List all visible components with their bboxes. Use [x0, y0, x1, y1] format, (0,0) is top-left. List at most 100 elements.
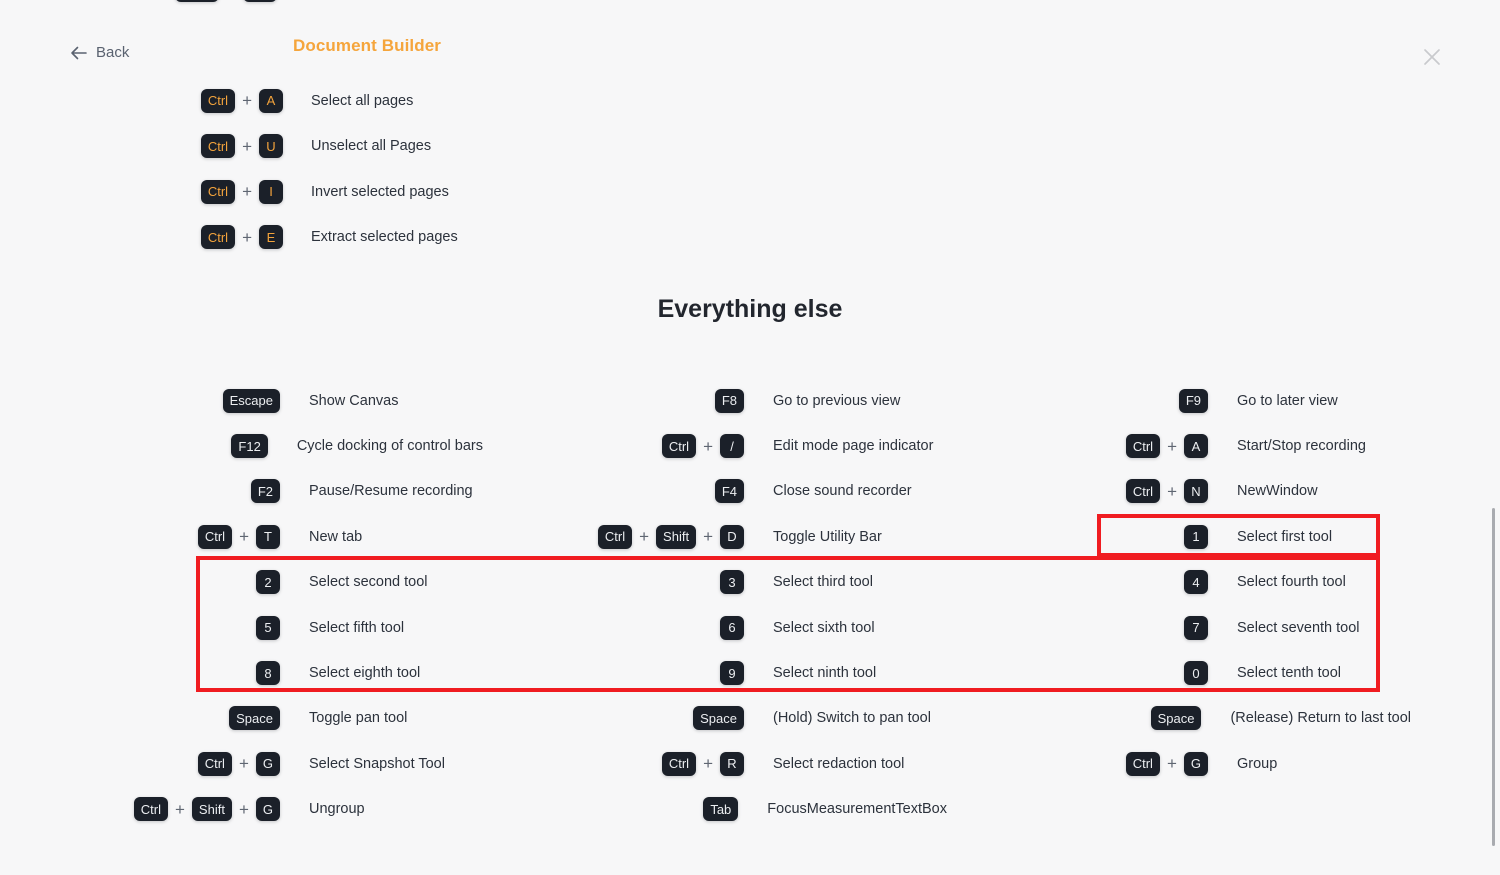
shortcut-description: Edit mode page indicator	[773, 438, 934, 455]
key-cap: 2	[256, 570, 280, 595]
shortcut-cell: 3 Select third tool	[484, 560, 947, 605]
shortcut-row: Ctrl + A Select all pages	[0, 78, 1500, 124]
shortcut-description: Select tenth tool	[1237, 665, 1341, 682]
shortcut-cell: F12 Cycle docking of control bars	[20, 423, 483, 468]
key-combination: 4	[948, 570, 1208, 595]
shortcut-description: Select all pages	[311, 92, 414, 109]
key-cap: Ctrl	[1125, 479, 1161, 504]
shortcut-description: Select fifth tool	[309, 619, 405, 636]
key-combination: Ctrl + T	[20, 524, 280, 549]
key-cap: Ctrl	[200, 225, 236, 250]
shortcut-description: Ungroup	[309, 801, 365, 818]
plus-separator: +	[238, 754, 249, 774]
key-cap: 3	[720, 570, 744, 595]
key-cap: U	[259, 134, 283, 159]
plus-separator: +	[242, 136, 252, 156]
shortcut-cell: Space Toggle pan tool	[20, 696, 483, 741]
key-cap: Ctrl	[197, 751, 232, 776]
plus-separator: +	[1166, 754, 1177, 774]
close-icon[interactable]	[1420, 45, 1444, 69]
key-combination: 3	[484, 570, 744, 595]
key-cap: G	[255, 751, 280, 776]
key-combination: 2	[20, 570, 280, 595]
shortcut-description: (Hold) Switch to pan tool	[773, 710, 931, 727]
shortcut-cell: 2 Select second tool	[20, 560, 483, 605]
shortcut-cell: Ctrl + Shift + D Toggle Utility Bar	[484, 514, 947, 559]
key-cap: Ctrl	[200, 134, 236, 159]
everything-else-shortcut-grid: Escape Show Canvas F8 Go to previous view F9…	[0, 378, 1500, 832]
shortcut-row: Escape Show Canvas F8 Go to previous view F9…	[0, 378, 1500, 423]
key-combination: Space	[948, 706, 1202, 731]
shortcut-description: Go to later view	[1237, 392, 1338, 409]
key-cap	[242, 0, 277, 2]
shortcut-description: Select eighth tool	[309, 665, 421, 682]
key-combination: F2	[20, 479, 280, 504]
shortcut-description: Select redaction tool	[773, 755, 905, 772]
shortcut-cell: Tab FocusMeasurementTextBox	[484, 787, 947, 832]
key-cap: /	[720, 434, 744, 459]
shortcut-row: Ctrl + I Invert selected pages	[0, 169, 1500, 215]
key-cap: Tab	[703, 797, 739, 822]
key-combination: Ctrl + A	[948, 434, 1208, 459]
key-cap: 9	[720, 661, 744, 686]
shortcut-cell: 1 Select first tool	[948, 514, 1411, 559]
key-combination: 6	[484, 615, 744, 640]
shortcut-description: New tab	[309, 528, 363, 545]
shortcut-description: Extract selected pages	[311, 229, 458, 246]
document-builder-shortcut-list: Ctrl + A Select all pages Ctrl + U Unselect all…	[0, 78, 1500, 260]
key-combination: F12	[20, 434, 268, 459]
key-cap: G	[255, 797, 280, 822]
key-combination: Escape	[20, 388, 280, 413]
shortcut-description: Toggle pan tool	[309, 710, 408, 727]
key-cap: 0	[1184, 661, 1208, 686]
shortcut-description: Select ninth tool	[773, 665, 877, 682]
key-cap: Ctrl	[197, 524, 233, 549]
vertical-scrollbar[interactable]	[1488, 0, 1499, 875]
key-cap: 5	[256, 615, 280, 640]
shortcut-row: Ctrl + G Select Snapshot Tool Ctrl + R Select r…	[0, 741, 1500, 786]
plus-separator: +	[242, 91, 252, 111]
shortcut-description: Select Snapshot Tool	[309, 755, 445, 772]
shortcut-cell: 7 Select seventh tool	[948, 605, 1411, 650]
plus-separator: +	[242, 227, 252, 247]
shortcut-description: Show Canvas	[309, 392, 399, 409]
key-cap: A	[1184, 434, 1208, 459]
shortcut-description: Close sound recorder	[773, 483, 912, 500]
key-cap: Ctrl	[200, 88, 236, 113]
back-button[interactable]: Back	[70, 44, 129, 61]
shortcut-cell: 6 Select sixth tool	[484, 605, 947, 650]
shortcut-cell: 5 Select fifth tool	[20, 605, 483, 650]
shortcut-description: Select second tool	[309, 574, 428, 591]
key-cap: Space	[229, 706, 280, 731]
shortcut-row: 5 Select fifth tool 6 Select sixth tool 7 Sel…	[0, 605, 1500, 650]
key-cap: I	[259, 179, 283, 204]
key-combination: 8	[20, 661, 280, 686]
shortcut-description: Select seventh tool	[1237, 619, 1360, 636]
shortcut-cell: Space (Hold) Switch to pan tool	[484, 696, 947, 741]
key-combination: 9	[484, 661, 744, 686]
key-combination: Space	[484, 706, 744, 731]
key-cap: 8	[256, 661, 280, 686]
key-combination: F8	[484, 388, 744, 413]
key-combination: 0	[948, 661, 1208, 686]
key-cap: N	[1184, 479, 1208, 504]
plus-separator: +	[238, 799, 249, 819]
scrollbar-thumb[interactable]	[1492, 508, 1495, 846]
key-cap: Space	[1150, 706, 1202, 731]
key-cap: 1	[1184, 524, 1208, 549]
shortcut-cell: 9 Select ninth tool	[484, 650, 947, 695]
shortcut-description: Select sixth tool	[773, 619, 875, 636]
key-cap: T	[256, 524, 280, 549]
shortcut-row: Ctrl + E Extract selected pages	[0, 215, 1500, 261]
key-cap: Ctrl	[661, 751, 697, 776]
shortcut-cell: F8 Go to previous view	[484, 378, 947, 423]
key-combination: F9	[948, 388, 1208, 413]
plus-separator: +	[174, 799, 185, 819]
shortcut-cell: Ctrl + / Edit mode page indicator	[484, 423, 947, 468]
key-cap: F12	[231, 434, 268, 459]
shortcut-description: Select first tool	[1237, 528, 1333, 545]
cut-off-shortcut-row: +	[0, 0, 1500, 10]
key-combination: Ctrl + I	[0, 179, 283, 204]
shortcut-cell: Ctrl + Shift + G Ungroup	[20, 787, 483, 832]
shortcut-row: Ctrl + U Unselect all Pages	[0, 124, 1500, 170]
